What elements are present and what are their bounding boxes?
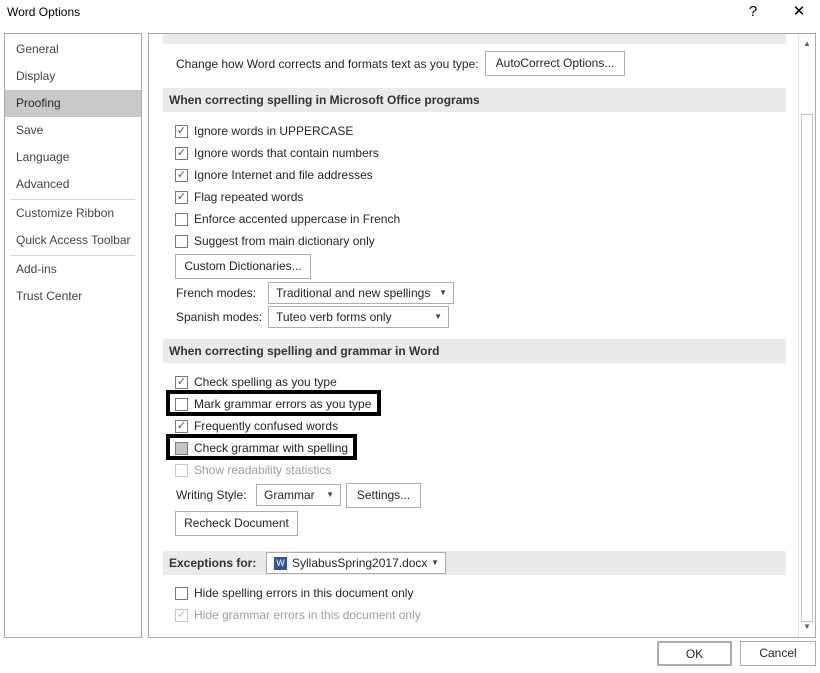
checkbox[interactable]: ✓ bbox=[175, 124, 188, 138]
option-mark-grammar-errors-as-you-type[interactable]: Mark grammar errors as you type bbox=[175, 395, 371, 413]
checkbox-label: Suggest from main dictionary only bbox=[194, 234, 375, 248]
checkbox-label: Enforce accented uppercase in French bbox=[194, 212, 401, 226]
option-suggest-from-main-dictionary-only[interactable]: Suggest from main dictionary only bbox=[175, 232, 375, 250]
checkbox-label: Frequently confused words bbox=[194, 419, 339, 433]
cancel-button[interactable]: Cancel bbox=[740, 641, 816, 666]
scrollbar-thumb[interactable] bbox=[801, 114, 813, 622]
exceptions-label: Exceptions for: bbox=[169, 556, 257, 570]
sidebar-item-customize-ribbon[interactable]: Customize Ribbon bbox=[5, 200, 141, 227]
checkbox[interactable]: ✓ bbox=[175, 419, 188, 433]
checkbox[interactable] bbox=[175, 212, 188, 226]
sidebar-item-display[interactable]: Display bbox=[5, 63, 141, 90]
writing-style-dropdown[interactable]: Grammar ▼ bbox=[256, 484, 341, 506]
chevron-down-icon: ▼ bbox=[434, 312, 442, 321]
option-check-spelling-as-you-type[interactable]: ✓ Check spelling as you type bbox=[175, 373, 337, 391]
recheck-document-button[interactable]: Recheck Document bbox=[175, 511, 298, 536]
french-modes-dropdown[interactable]: Traditional and new spellings ▼ bbox=[268, 282, 454, 304]
checkbox[interactable] bbox=[175, 234, 188, 248]
option-hide-grammar-errors-in-this-document-only: ✓ Hide grammar errors in this document on… bbox=[175, 606, 421, 624]
checkbox-label: Mark grammar errors as you type bbox=[194, 397, 372, 411]
autocorrect-text: Change how Word corrects and formats tex… bbox=[176, 57, 479, 71]
sidebar: General Display Proofing Save Language A… bbox=[4, 33, 142, 638]
chevron-down-icon: ▼ bbox=[326, 490, 334, 499]
french-modes-label: French modes: bbox=[176, 286, 257, 300]
writing-style-label: Writing Style: bbox=[176, 488, 247, 502]
exceptions-document-value: SyllabusSpring2017.docx bbox=[292, 556, 428, 570]
sidebar-item-proofing[interactable]: Proofing bbox=[5, 90, 141, 117]
option-ignore-words-in-uppercase[interactable]: ✓ Ignore words in UPPERCASE bbox=[175, 122, 353, 140]
option-check-grammar-with-spelling[interactable]: Check grammar with spelling bbox=[175, 439, 348, 457]
checkbox[interactable] bbox=[175, 586, 188, 600]
checkbox-label: Hide spelling errors in this document on… bbox=[194, 586, 414, 600]
window-title: Word Options bbox=[7, 5, 81, 19]
help-button[interactable]: ? bbox=[738, 0, 768, 24]
checkbox-label: Ignore Internet and file addresses bbox=[194, 168, 373, 182]
sidebar-item-language[interactable]: Language bbox=[5, 144, 141, 171]
option-ignore-words-that-contain-numbers[interactable]: ✓ Ignore words that contain numbers bbox=[175, 144, 379, 162]
section-header-office: When correcting spelling in Microsoft Of… bbox=[163, 88, 786, 112]
checkbox: ✓ bbox=[175, 608, 188, 622]
checkbox[interactable]: ✓ bbox=[175, 168, 188, 182]
option-hide-spelling-errors-in-this-document-only[interactable]: Hide spelling errors in this document on… bbox=[175, 584, 413, 602]
sidebar-item-quick-access-toolbar[interactable]: Quick Access Toolbar bbox=[5, 227, 141, 254]
custom-dictionaries-button[interactable]: Custom Dictionaries... bbox=[175, 254, 311, 279]
settings-button[interactable]: Settings... bbox=[346, 483, 421, 508]
option-flag-repeated-words[interactable]: ✓ Flag repeated words bbox=[175, 188, 303, 206]
proofing-panel: Change how Word corrects and formats tex… bbox=[148, 33, 816, 638]
checkbox-label: Flag repeated words bbox=[194, 190, 304, 204]
checkbox[interactable]: ✓ bbox=[175, 146, 188, 160]
option-show-readability-statistics: Show readability statistics bbox=[175, 461, 331, 479]
autocorrect-options-button[interactable]: AutoCorrect Options... bbox=[485, 51, 625, 76]
option-ignore-internet-and-file-addresses[interactable]: ✓ Ignore Internet and file addresses bbox=[175, 166, 373, 184]
ok-button[interactable]: OK bbox=[657, 641, 732, 666]
close-button[interactable]: ✕ bbox=[784, 0, 814, 24]
option-frequently-confused-words[interactable]: ✓ Frequently confused words bbox=[175, 417, 338, 435]
option-enforce-accented-uppercase-in-french[interactable]: Enforce accented uppercase in French bbox=[175, 210, 400, 228]
checkbox[interactable]: ✓ bbox=[175, 375, 188, 389]
sidebar-item-advanced[interactable]: Advanced bbox=[5, 171, 141, 198]
checkbox-label: Ignore words that contain numbers bbox=[194, 146, 379, 160]
checkbox-label: Check spelling as you type bbox=[194, 375, 337, 389]
checkbox-label: Check grammar with spelling bbox=[194, 441, 349, 455]
spanish-modes-value: Tuteo verb forms only bbox=[276, 310, 392, 324]
spanish-modes-label: Spanish modes: bbox=[176, 310, 263, 324]
checkbox[interactable] bbox=[175, 397, 188, 411]
chevron-down-icon: ▼ bbox=[439, 288, 447, 297]
checkbox-label: Show readability statistics bbox=[194, 463, 332, 477]
chevron-down-icon: ▼ bbox=[431, 558, 439, 567]
exceptions-band: Exceptions for: bbox=[163, 551, 786, 575]
section-header-word: When correcting spelling and grammar in … bbox=[163, 339, 786, 363]
word-document-icon: W bbox=[274, 557, 287, 571]
spanish-modes-dropdown[interactable]: Tuteo verb forms only ▼ bbox=[268, 306, 449, 328]
checkbox-label: Ignore words in UPPERCASE bbox=[194, 124, 354, 138]
checkbox[interactable] bbox=[175, 441, 188, 455]
sidebar-item-add-ins[interactable]: Add-ins bbox=[5, 256, 141, 283]
checkbox[interactable]: ✓ bbox=[175, 190, 188, 204]
scroll-down-icon[interactable]: ▼ bbox=[799, 619, 815, 635]
sidebar-item-general[interactable]: General bbox=[5, 36, 141, 63]
french-modes-value: Traditional and new spellings bbox=[276, 286, 431, 300]
scroll-up-icon[interactable]: ▲ bbox=[799, 36, 815, 52]
scrollbar[interactable]: ▲ ▼ bbox=[798, 34, 815, 637]
checkbox bbox=[175, 463, 188, 477]
writing-style-value: Grammar bbox=[264, 488, 315, 502]
checkbox-label: Hide grammar errors in this document onl… bbox=[194, 608, 421, 622]
section-header-partial bbox=[163, 34, 786, 44]
sidebar-item-save[interactable]: Save bbox=[5, 117, 141, 144]
exceptions-document-dropdown[interactable]: W SyllabusSpring2017.docx ▼ bbox=[266, 552, 446, 574]
sidebar-item-trust-center[interactable]: Trust Center bbox=[5, 283, 141, 310]
